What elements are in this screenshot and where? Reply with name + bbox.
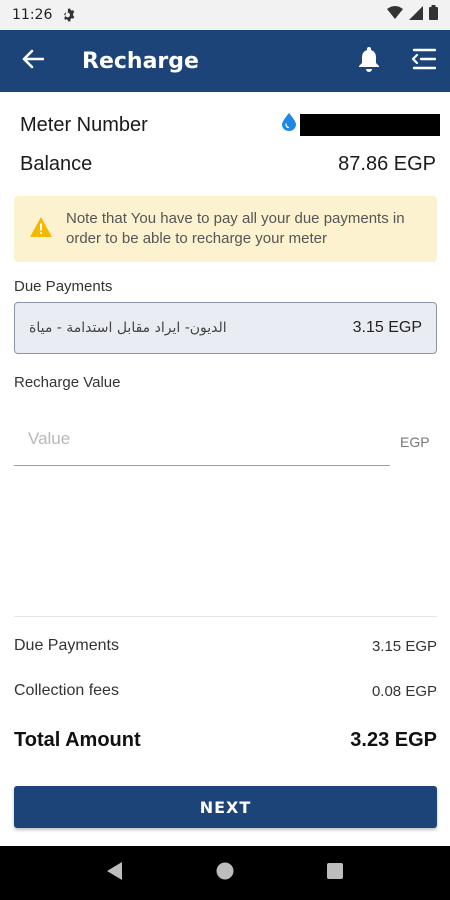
gear-icon [62, 8, 76, 22]
system-nav-bar [0, 846, 450, 900]
nav-back-button[interactable] [95, 853, 135, 893]
back-arrow-icon [22, 49, 45, 74]
recharge-value-input[interactable] [14, 412, 390, 466]
warning-icon [30, 216, 52, 242]
status-icons [387, 5, 438, 25]
meter-number-row: Meter Number [20, 110, 440, 140]
summary-due-row: Due Payments 3.15 EGP [14, 636, 437, 656]
summary-total-row: Total Amount 3.23 EGP [14, 727, 437, 753]
nav-home-button[interactable] [205, 853, 245, 893]
balance-label: Balance [20, 152, 93, 175]
notifications-button[interactable] [342, 30, 396, 92]
next-button[interactable]: NEXT [14, 786, 437, 828]
due-payment-amount: 3.15 EGP [352, 319, 422, 336]
page-title: Recharge [82, 48, 199, 74]
battery-icon [429, 5, 438, 25]
nav-recents-button[interactable] [315, 853, 355, 893]
notice-text: Note that You have to pay all your due p… [66, 210, 405, 247]
balance-row: Balance 87.86 EGP [20, 149, 436, 179]
menu-button[interactable] [396, 30, 450, 92]
recharge-currency-suffix: EGP [400, 434, 430, 450]
balance-value: 87.86 EGP [338, 152, 436, 175]
summary-fees-value: 0.08 EGP [371, 682, 437, 700]
bell-icon [357, 46, 381, 77]
menu-icon [410, 48, 437, 75]
summary-divider [14, 616, 437, 617]
water-drop-icon [282, 113, 296, 137]
app-bar: Recharge [0, 30, 450, 92]
meter-number-label: Meter Number [20, 113, 148, 136]
summary-fees-label: Collection fees [14, 682, 119, 699]
status-bar: 11:26 [0, 0, 450, 30]
summary-total-value: 3.23 EGP [350, 728, 437, 751]
nav-back-icon [107, 861, 123, 885]
due-payments-label: Due Payments [14, 278, 113, 295]
back-button[interactable] [0, 30, 66, 92]
recharge-value-label: Recharge Value [14, 374, 121, 391]
meter-number-redacted [300, 114, 440, 136]
wifi-icon [387, 5, 403, 25]
status-time: 11:26 [12, 7, 53, 23]
nav-recents-icon [327, 862, 343, 884]
due-payment-notice: Note that You have to pay all your due p… [14, 196, 437, 262]
nav-home-icon [216, 862, 234, 885]
due-payment-description: الديون- ايراد مقابل استدامة - مياة [29, 320, 227, 336]
summary-total-label: Total Amount [14, 728, 141, 751]
summary-due-value: 3.15 EGP [371, 637, 437, 655]
due-payment-item[interactable]: الديون- ايراد مقابل استدامة - مياة 3.15 … [14, 302, 437, 354]
summary-due-label: Due Payments [14, 637, 119, 654]
summary-fees-row: Collection fees 0.08 EGP [14, 681, 437, 701]
signal-icon [409, 5, 423, 25]
